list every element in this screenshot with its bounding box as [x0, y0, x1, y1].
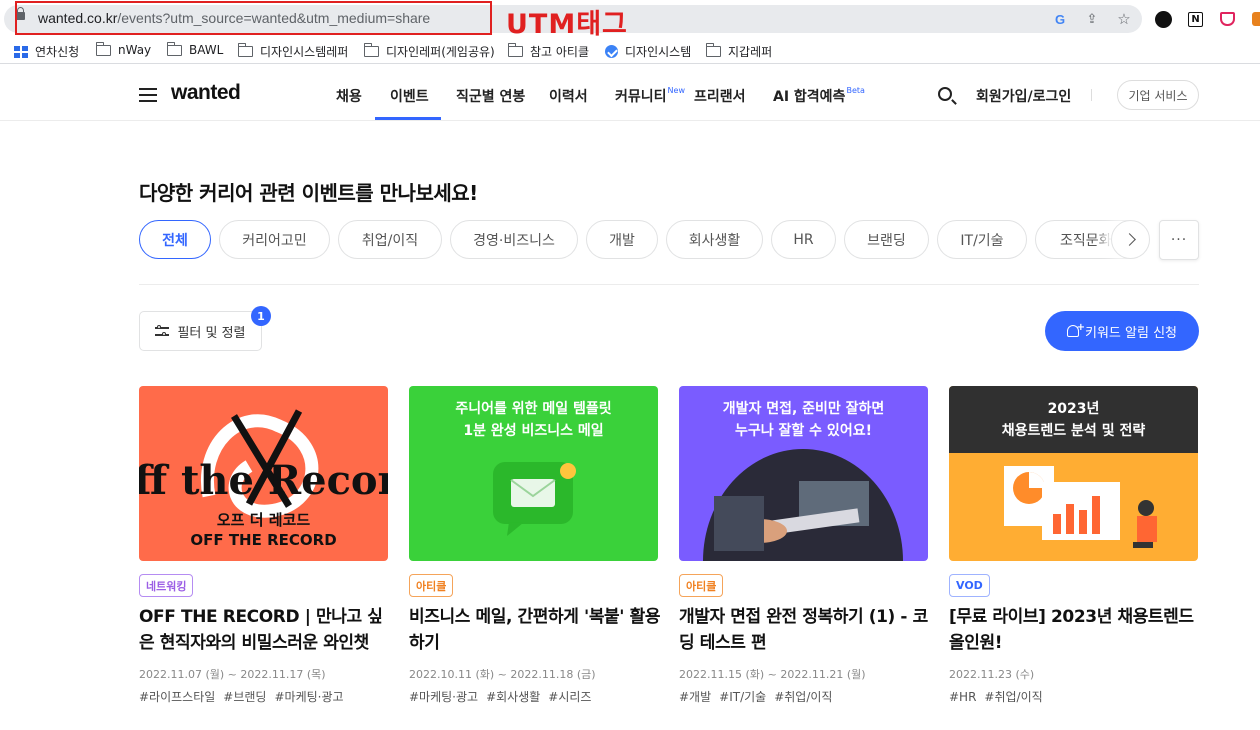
artwork-word: Off the Record: [139, 457, 388, 504]
nav-community[interactable]: 커뮤니티New: [615, 86, 685, 106]
card-date: 2022.11.15 (화) ~ 2022.11.21 (월): [679, 668, 866, 681]
event-card[interactable]: 주니어를 위한 메일 템플릿 1분 완성 비즈니스 메일 아티클 비즈니스 메일…: [409, 386, 661, 704]
bookmarks-bar: 연차신청 nWay BAWL 디자인시스템레퍼 디자인레퍼(게임공유) 참고 아…: [0, 38, 1260, 64]
bookmark-folder[interactable]: 디자인시스템레퍼: [237, 43, 348, 60]
folder-icon: [237, 43, 253, 57]
more-button[interactable]: ···: [1159, 220, 1199, 260]
keyword-alert-button[interactable]: 키워드 알림 신청: [1045, 311, 1199, 351]
bookmark-folder[interactable]: 지갑레퍼: [705, 43, 772, 60]
category-career[interactable]: 커리어고민: [219, 220, 330, 259]
url-highlight-box: [15, 1, 492, 35]
event-thumbnail[interactable]: 개발자 면접, 준비만 잘하면 누구나 잘할 수 있어요!: [679, 386, 928, 561]
category-all[interactable]: 전체: [139, 220, 211, 259]
event-card[interactable]: 개발자 면접, 준비만 잘하면 누구나 잘할 수 있어요! 아티클 개발자 면접…: [679, 386, 928, 704]
category-dev[interactable]: 개발: [586, 220, 658, 259]
category-worklife[interactable]: 회사생활: [666, 220, 763, 259]
thumbnail-text: 오프 더 레코드 OFF THE RECORD: [190, 511, 337, 549]
trend-chart-illustration: [1004, 466, 1157, 548]
card-title[interactable]: OFF THE RECORD | 만나고 싶은 현직자와의 비밀스러운 와인챗: [139, 604, 391, 656]
folder-icon: [705, 43, 721, 57]
nav-ai-prediction[interactable]: AI 합격예측Beta: [773, 86, 865, 106]
beta-badge: Beta: [846, 86, 865, 96]
category-tag: 네트워킹: [139, 574, 194, 597]
card-title[interactable]: [무료 라이브] 2023년 채용트렌드 올인원!: [949, 604, 1201, 656]
event-thumbnail[interactable]: 주니어를 위한 메일 템플릿 1분 완성 비즈니스 메일: [409, 386, 658, 561]
page-title: 다양한 커리어 관련 이벤트를 만나보세요!: [139, 181, 478, 205]
card-hashtags: #HR #취업/이직: [949, 690, 1043, 704]
search-icon[interactable]: [938, 87, 952, 101]
card-title[interactable]: 비즈니스 메일, 간편하게 '복붙' 활용하기: [409, 604, 661, 656]
card-hashtags: #라이프스타일 #브랜딩 #마케팅·광고: [139, 690, 344, 704]
chevron-right-icon[interactable]: [1111, 220, 1150, 259]
event-card[interactable]: Off the Record 오프 더 레코드 OFF THE RECORD 네…: [139, 386, 388, 704]
extension-icon[interactable]: [1155, 11, 1172, 28]
site-icon: [605, 45, 618, 58]
category-branding[interactable]: 브랜딩: [844, 220, 929, 259]
bell-add-icon: [1067, 322, 1085, 337]
nav-events[interactable]: 이벤트: [390, 86, 429, 106]
bookmark-item[interactable]: 연차신청: [14, 43, 79, 60]
nav-resume[interactable]: 이력서: [549, 86, 588, 106]
card-hashtags: #개발 #IT/기술 #취업/이직: [679, 690, 833, 704]
active-tab-indicator: [375, 117, 441, 120]
google-icon[interactable]: G: [1052, 11, 1068, 27]
bookmark-folder[interactable]: 디자인레퍼(게임공유): [363, 43, 495, 60]
card-date: 2022.11.07 (월) ~ 2022.11.17 (목): [139, 668, 326, 681]
share-icon[interactable]: ⇪: [1084, 11, 1100, 27]
bookmark-folder[interactable]: BAWL: [166, 41, 223, 57]
category-tag: VOD: [949, 574, 990, 597]
signup-login-link[interactable]: 회원가입/로그인: [976, 86, 1071, 106]
folder-icon: [95, 41, 111, 56]
category-it[interactable]: IT/기술: [937, 220, 1027, 259]
bookmark-folder[interactable]: 참고 아티클: [507, 43, 589, 60]
folder-icon: [507, 43, 523, 57]
star-icon[interactable]: ☆: [1116, 10, 1132, 28]
business-service-button[interactable]: 기업 서비스: [1117, 80, 1199, 110]
logo[interactable]: wanted: [171, 81, 241, 105]
category-hr[interactable]: HR: [771, 220, 836, 259]
folder-icon: [166, 41, 182, 56]
filter-count-badge: 1: [251, 306, 271, 326]
app-icon: [14, 45, 28, 58]
notion-icon[interactable]: N: [1188, 12, 1203, 27]
event-thumbnail[interactable]: Off the Record 오프 더 레코드 OFF THE RECORD: [139, 386, 388, 561]
category-job-change[interactable]: 취업/이직: [338, 220, 442, 259]
nav-freelancer[interactable]: 프리랜서: [694, 86, 746, 106]
category-business[interactable]: 경영·비즈니스: [450, 220, 578, 259]
header-divider: [1091, 89, 1092, 101]
bookmark-folder[interactable]: nWay: [95, 41, 151, 57]
folder-icon: [363, 43, 379, 57]
menu-icon[interactable]: [139, 88, 157, 102]
card-hashtags: #마케팅·광고 #회사생활 #시리즈: [409, 690, 592, 704]
nav-jobs[interactable]: 채용: [336, 86, 362, 106]
category-tag: 아티클: [679, 574, 724, 597]
pocket-icon[interactable]: [1220, 12, 1235, 26]
category-tag: 아티클: [409, 574, 454, 597]
mail-icon: [493, 462, 576, 536]
card-title[interactable]: 개발자 면접 완전 정복하기 (1) - 코딩 테스트 편: [679, 604, 931, 656]
nav-salary[interactable]: 직군별 연봉: [456, 86, 525, 106]
card-date: 2022.10.11 (화) ~ 2022.11.18 (금): [409, 668, 596, 681]
event-card[interactable]: 2023년 채용트렌드 분석 및 전략 VOD [무료 라이브] 2023년 채…: [949, 386, 1198, 704]
metamask-icon[interactable]: [1252, 12, 1260, 26]
section-divider: [139, 284, 1199, 285]
coding-photo: [703, 449, 903, 561]
bookmark-item[interactable]: 디자인시스템: [605, 43, 691, 60]
sliders-icon: [155, 325, 170, 337]
new-badge: New: [667, 86, 685, 96]
card-date: 2022.11.23 (수): [949, 668, 1035, 681]
event-thumbnail[interactable]: 2023년 채용트렌드 분석 및 전략: [949, 386, 1198, 561]
utm-annotation: UTM태그: [506, 9, 628, 40]
filter-sort-button[interactable]: 필터 및 정렬: [139, 311, 262, 351]
